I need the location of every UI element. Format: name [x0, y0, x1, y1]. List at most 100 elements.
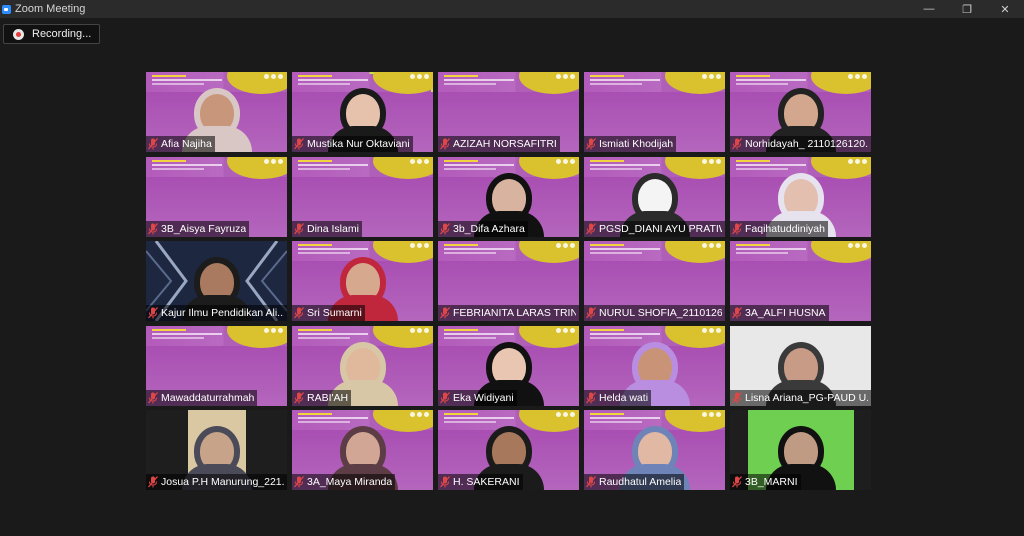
banner-line [590, 421, 642, 423]
participant-name-label: Faqihatuddiniyah [730, 221, 828, 237]
participant-name-label: 3A_Maya Miranda [292, 474, 396, 490]
muted-mic-icon [732, 392, 742, 404]
banner-logos [848, 74, 867, 79]
muted-mic-icon [586, 223, 596, 235]
participant-name-label: 3b_Difa Azhara [438, 221, 528, 237]
restore-button[interactable]: ❐ [948, 0, 986, 18]
participant-tile[interactable]: Eka Widiyani [438, 326, 579, 406]
banner-logos [264, 74, 283, 79]
participant-tile[interactable]: Helda wati [584, 326, 725, 406]
participant-name: Lisna Ariana_PG-PAUD U... [745, 392, 868, 404]
participant-tile[interactable]: Ismiati Khodijah [584, 72, 725, 152]
banner-logos [848, 243, 867, 248]
banner-logos [264, 328, 283, 333]
banner-line [444, 248, 514, 250]
participant-name-label: 3B_MARNI [730, 474, 801, 490]
banner-line [298, 83, 350, 85]
banner-line [736, 164, 806, 166]
participant-tile[interactable]: Josua P.H Manurung_221... [146, 410, 287, 490]
banner-line [590, 252, 642, 254]
banner-line [298, 252, 350, 254]
banner-line [444, 252, 496, 254]
banner-line [590, 244, 624, 246]
participant-name: Ismiati Khodijah [599, 138, 674, 150]
participant-tile[interactable]: Mawaddaturrahmah [146, 326, 287, 406]
banner-line [444, 79, 514, 81]
banner-line [590, 79, 660, 81]
participant-name: AZIZAH NORSAFITRI [453, 138, 557, 150]
banner-line [444, 83, 496, 85]
banner-logos [556, 412, 575, 417]
banner-line [298, 244, 332, 246]
minimize-button[interactable]: — [910, 0, 948, 18]
banner-line [298, 75, 332, 77]
banner-line [152, 164, 222, 166]
participant-tile[interactable]: Faqihatuddiniyah [730, 157, 871, 237]
banner-line [444, 337, 496, 339]
participant-tile[interactable]: 3A_ALFI HUSNA [730, 241, 871, 321]
banner-line [152, 329, 186, 331]
participant-name: Raudhatul Amelia [599, 476, 682, 488]
banner-line [736, 248, 806, 250]
participant-tile[interactable]: PGSD_DIANI AYU PRATIWI [584, 157, 725, 237]
participant-tile[interactable]: 3B_MARNI [730, 410, 871, 490]
participant-name-label: Norhidayah_ 2110126120... [730, 136, 871, 152]
muted-mic-icon [148, 223, 158, 235]
participant-name: PGSD_DIANI AYU PRATIWI [599, 223, 722, 235]
participant-tile[interactable]: H. SAKERANI [438, 410, 579, 490]
participant-name: Mustika Nur Oktaviani [307, 138, 410, 150]
participant-tile[interactable]: Afia Najiha [146, 72, 287, 152]
banner-line [444, 417, 514, 419]
participant-name: Afia Najiha [161, 138, 212, 150]
recording-indicator[interactable]: Recording... [3, 24, 100, 44]
participant-name-label: 3A_ALFI HUSNA [730, 305, 829, 321]
participant-name: Dina Islami [307, 223, 359, 235]
participant-name-label: H. SAKERANI [438, 474, 523, 490]
participant-name-label: Kajur Ilmu Pendidikan Ali... [146, 305, 287, 321]
participant-tile[interactable]: RABI'AH [292, 326, 433, 406]
participant-name: Mawaddaturrahmah [161, 392, 255, 404]
participant-tile[interactable]: Sri Sumarni [292, 241, 433, 321]
banner-line [444, 168, 496, 170]
muted-mic-icon [294, 392, 304, 404]
banner-line [152, 333, 222, 335]
close-button[interactable]: ✕ [986, 0, 1024, 18]
muted-mic-icon [148, 392, 158, 404]
participant-tile[interactable]: FEBRIANITA LARAS TRINA [438, 241, 579, 321]
banner-line [590, 337, 642, 339]
banner-line [736, 252, 788, 254]
banner-logos [556, 243, 575, 248]
participant-tile[interactable]: Raudhatul Amelia [584, 410, 725, 490]
participant-tile[interactable]: Lisna Ariana_PG-PAUD U... [730, 326, 871, 406]
participant-tile[interactable]: 3B_Aisya Fayruza [146, 157, 287, 237]
participant-name: NURUL SHOFIA_2110126... [599, 307, 722, 319]
participant-tile[interactable]: Norhidayah_ 2110126120... [730, 72, 871, 152]
banner-line [298, 329, 332, 331]
participant-name: 3A_Maya Miranda [307, 476, 393, 488]
participant-tile[interactable]: Mustika Nur Oktaviani [292, 72, 433, 152]
participant-tile[interactable]: 3b_Difa Azhara [438, 157, 579, 237]
participant-tile[interactable]: Kajur Ilmu Pendidikan Ali... [146, 241, 287, 321]
banner-logos [410, 412, 429, 417]
banner-logos [702, 243, 721, 248]
banner-line [298, 164, 368, 166]
banner-logos [702, 328, 721, 333]
participant-name-label: Helda wati [584, 390, 652, 406]
banner-logos [410, 243, 429, 248]
banner-line [590, 168, 642, 170]
banner-logos [702, 74, 721, 79]
muted-mic-icon [586, 392, 596, 404]
participant-name-label: NURUL SHOFIA_2110126... [584, 305, 725, 321]
participant-name-label: Ismiati Khodijah [584, 136, 677, 152]
banner-logos [410, 74, 429, 79]
participant-name: 3b_Difa Azhara [453, 223, 525, 235]
banner-logos [410, 328, 429, 333]
participant-tile[interactable]: 3A_Maya Miranda [292, 410, 433, 490]
muted-mic-icon [148, 476, 158, 488]
banner-logos [702, 159, 721, 164]
banner-line [298, 413, 332, 415]
participant-tile[interactable]: Dina Islami [292, 157, 433, 237]
participant-tile[interactable]: AZIZAH NORSAFITRI [438, 72, 579, 152]
participant-tile[interactable]: NURUL SHOFIA_2110126... [584, 241, 725, 321]
banner-line [152, 160, 186, 162]
